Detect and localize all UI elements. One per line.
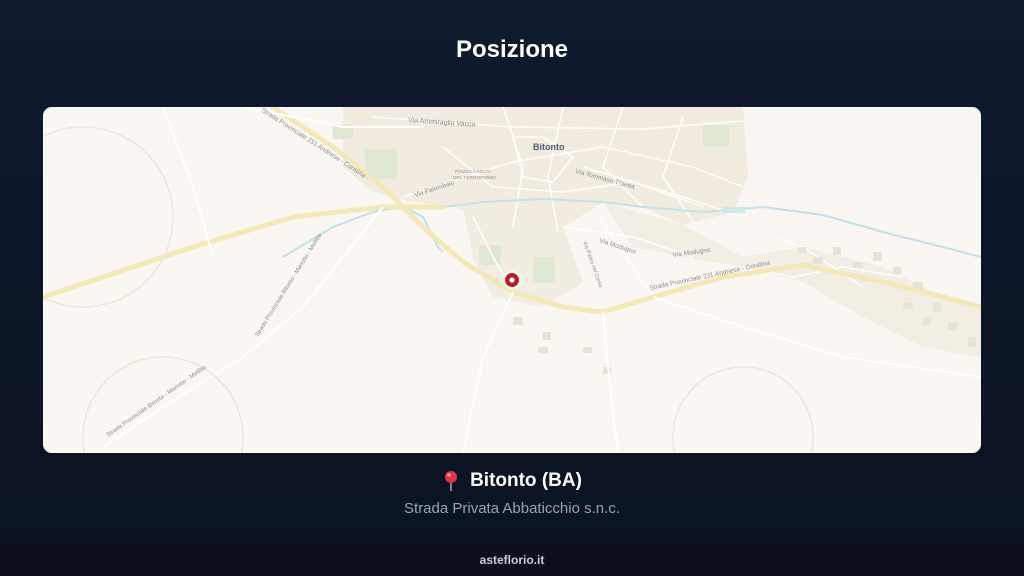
map-canvas[interactable]: Via Ammiraglio Vacca Strada Provinciale …: [43, 107, 981, 453]
footer-site-link[interactable]: asteflorio.it: [480, 553, 545, 567]
pushpin-icon: [445, 471, 458, 491]
city-name: Bitonto (BA): [470, 470, 582, 491]
park: [703, 125, 729, 147]
square-label: DEL TERRORISMO: [453, 175, 496, 181]
town-label: Bitonto: [533, 142, 565, 152]
park: [533, 257, 555, 283]
footer: asteflorio.it: [0, 543, 1024, 576]
page-title: Posizione: [455, 36, 569, 63]
pond: [723, 207, 745, 213]
address-text: Strada Privata Abbaticchio s.n.c.: [404, 500, 620, 517]
location-heading: Bitonto (BA): [0, 470, 1024, 492]
map-marker-icon[interactable]: [503, 271, 521, 289]
map-view[interactable]: Via Ammiraglio Vacca Strada Provinciale …: [43, 107, 981, 453]
square-label: PIAZZA CADUTI: [455, 169, 491, 175]
park: [479, 245, 501, 265]
